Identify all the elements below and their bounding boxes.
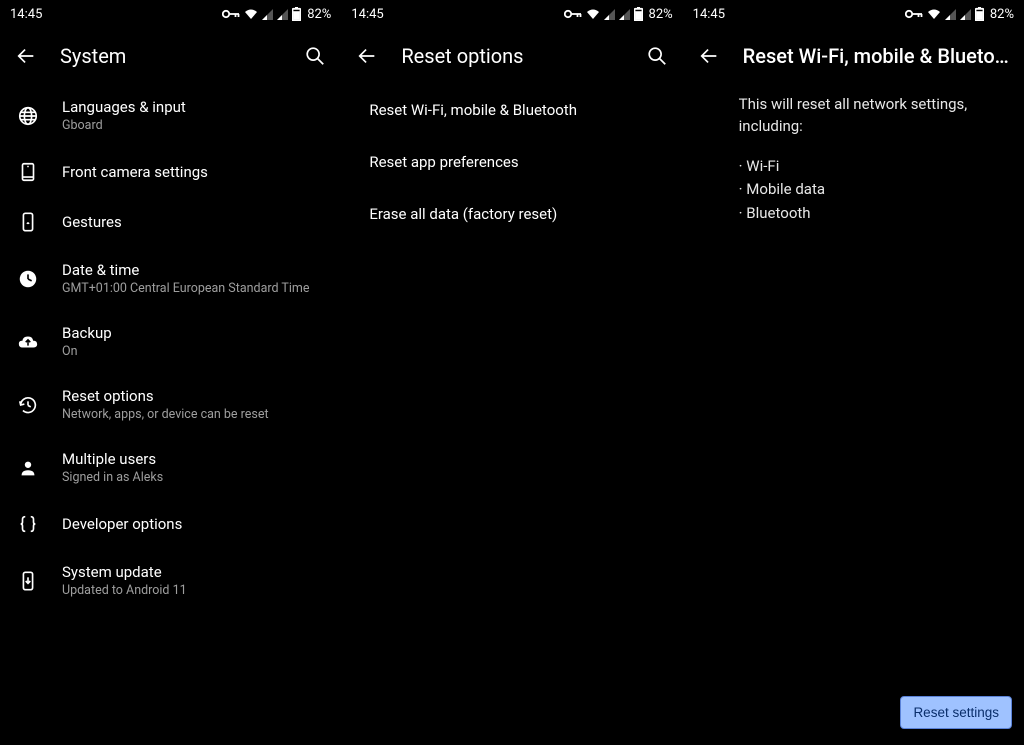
status-time: 14:45 bbox=[351, 7, 383, 22]
row-subtitle: On bbox=[62, 344, 112, 359]
row-multiple-users[interactable]: Multiple users Signed in as Aleks bbox=[0, 436, 341, 499]
vpn-key-icon bbox=[222, 9, 240, 19]
signal-1-icon bbox=[262, 9, 273, 20]
row-title: System update bbox=[62, 563, 187, 581]
row-reset-network[interactable]: Reset Wi-Fi, mobile & Bluetooth bbox=[341, 84, 682, 136]
row-title: Reset options bbox=[62, 387, 269, 405]
app-bar: Reset options bbox=[341, 28, 682, 84]
status-icons: 82% bbox=[222, 7, 331, 22]
vpn-key-icon bbox=[905, 9, 923, 19]
row-system-update[interactable]: System update Updated to Android 11 bbox=[0, 549, 341, 612]
status-time: 14:45 bbox=[693, 7, 725, 22]
page-title: System bbox=[60, 44, 281, 68]
row-subtitle: GMT+01:00 Central European Standard Time bbox=[62, 281, 309, 296]
status-icons: 82% bbox=[905, 7, 1014, 22]
row-title: Reset Wi-Fi, mobile & Bluetooth bbox=[369, 101, 577, 119]
status-icons: 82% bbox=[564, 7, 673, 22]
row-title: Erase all data (factory reset) bbox=[369, 205, 557, 223]
wifi-icon bbox=[586, 8, 600, 20]
row-front-camera[interactable]: Front camera settings bbox=[0, 147, 341, 197]
pane-system: 14:45 82% System bbox=[0, 0, 341, 745]
bullet-item: Wi-Fi bbox=[739, 156, 1004, 178]
back-button[interactable] bbox=[695, 42, 723, 70]
row-gestures[interactable]: Gestures bbox=[0, 197, 341, 247]
row-title: Languages & input bbox=[62, 98, 186, 116]
app-bar: Reset Wi-Fi, mobile & Blueto… bbox=[683, 28, 1024, 84]
row-developer-options[interactable]: Developer options bbox=[0, 499, 341, 549]
back-button[interactable] bbox=[12, 42, 40, 70]
row-backup[interactable]: Backup On bbox=[0, 310, 341, 373]
page-title: Reset Wi-Fi, mobile & Blueto… bbox=[743, 44, 1012, 68]
bullet-item: Mobile data bbox=[739, 179, 1004, 201]
cloud-upload-icon bbox=[16, 331, 40, 353]
row-reset-options[interactable]: Reset options Network, apps, or device c… bbox=[0, 373, 341, 436]
vpn-key-icon bbox=[564, 9, 582, 19]
battery-percent: 82% bbox=[990, 7, 1014, 22]
status-bar: 14:45 82% bbox=[341, 0, 682, 28]
row-title: Date & time bbox=[62, 261, 309, 279]
pane-reset-options: 14:45 82% Reset options Reset Wi-Fi, mob… bbox=[341, 0, 682, 745]
tablet-icon bbox=[16, 161, 40, 183]
pane-reset-network: 14:45 82% Reset Wi-Fi, mobile & Blueto… … bbox=[683, 0, 1024, 745]
page-title: Reset options bbox=[401, 44, 622, 68]
restore-icon bbox=[16, 394, 40, 416]
description: This will reset all network settings, in… bbox=[683, 84, 1024, 227]
reset-list: Reset Wi-Fi, mobile & Bluetooth Reset ap… bbox=[341, 84, 682, 745]
row-languages-input[interactable]: Languages & input Gboard bbox=[0, 84, 341, 147]
gestures-icon bbox=[16, 211, 40, 233]
battery-percent: 82% bbox=[649, 7, 673, 22]
settings-list: Languages & input Gboard Front camera se… bbox=[0, 84, 341, 745]
braces-icon bbox=[16, 513, 40, 535]
row-title: Multiple users bbox=[62, 450, 163, 468]
signal-1-icon bbox=[945, 9, 956, 20]
status-bar: 14:45 82% bbox=[683, 0, 1024, 28]
row-title: Reset app preferences bbox=[369, 153, 518, 171]
row-title: Gestures bbox=[62, 213, 122, 231]
bullet-item: Bluetooth bbox=[739, 203, 1004, 225]
back-button[interactable] bbox=[353, 42, 381, 70]
wifi-icon bbox=[927, 8, 941, 20]
intro-text: This will reset all network settings, in… bbox=[739, 94, 1004, 138]
row-subtitle: Network, apps, or device can be reset bbox=[62, 407, 269, 422]
row-subtitle: Gboard bbox=[62, 118, 186, 133]
search-button[interactable] bbox=[643, 42, 671, 70]
battery-icon bbox=[975, 7, 984, 21]
reset-settings-button[interactable]: Reset settings bbox=[900, 696, 1012, 729]
row-factory-reset[interactable]: Erase all data (factory reset) bbox=[341, 188, 682, 240]
status-time: 14:45 bbox=[10, 7, 42, 22]
row-subtitle: Updated to Android 11 bbox=[62, 583, 187, 598]
wifi-icon bbox=[244, 8, 258, 20]
battery-icon bbox=[292, 7, 301, 21]
globe-icon bbox=[16, 105, 40, 127]
row-title: Front camera settings bbox=[62, 163, 208, 181]
signal-1-icon bbox=[604, 9, 615, 20]
person-icon bbox=[16, 457, 40, 479]
row-title: Backup bbox=[62, 324, 112, 342]
signal-2-icon bbox=[619, 9, 630, 20]
row-title: Developer options bbox=[62, 515, 182, 533]
system-update-icon bbox=[16, 570, 40, 592]
clock-icon bbox=[16, 268, 40, 290]
battery-percent: 82% bbox=[307, 7, 331, 22]
app-bar: System bbox=[0, 28, 341, 84]
signal-2-icon bbox=[277, 9, 288, 20]
search-button[interactable] bbox=[301, 42, 329, 70]
battery-icon bbox=[634, 7, 643, 21]
signal-2-icon bbox=[960, 9, 971, 20]
row-date-time[interactable]: Date & time GMT+01:00 Central European S… bbox=[0, 247, 341, 310]
status-bar: 14:45 82% bbox=[0, 0, 341, 28]
row-subtitle: Signed in as Aleks bbox=[62, 470, 163, 485]
row-reset-app-prefs[interactable]: Reset app preferences bbox=[341, 136, 682, 188]
